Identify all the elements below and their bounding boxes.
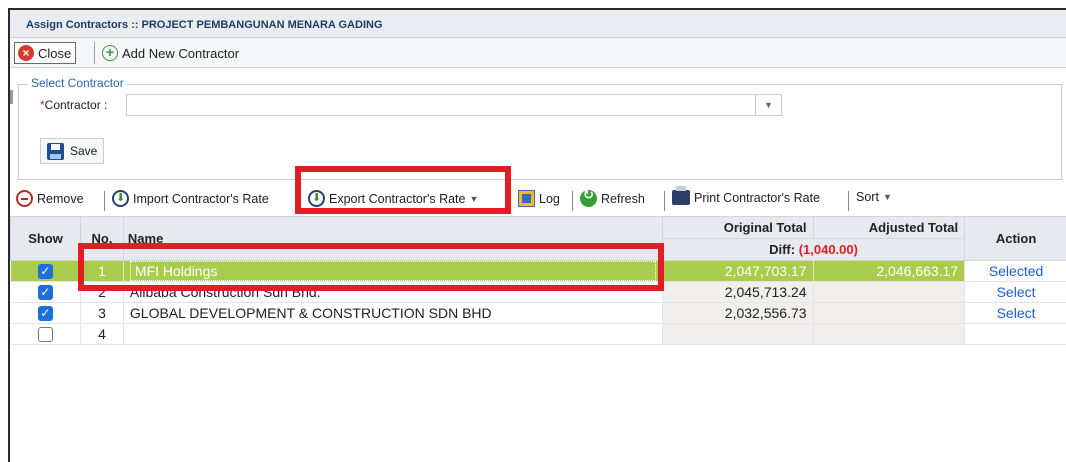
toolbar-divider: [104, 191, 105, 211]
action-link-selected[interactable]: Selected: [964, 260, 1066, 282]
print-rate-button[interactable]: Print Contractor's Rate: [672, 186, 821, 205]
diff-label: Diff:: [769, 242, 796, 257]
printer-icon: [672, 186, 690, 205]
save-label: Save: [70, 144, 98, 158]
chevron-down-icon: ▼: [882, 192, 892, 202]
refresh-label: Refresh: [601, 191, 645, 206]
log-button[interactable]: Log: [518, 190, 560, 207]
close-icon: ×: [18, 45, 34, 61]
col-header-adjusted-total[interactable]: Adjusted Total: [812, 216, 966, 239]
original-total-cell: 2,032,556.73: [662, 302, 814, 324]
adjusted-total-cell: [813, 302, 966, 324]
plus-icon: +: [102, 45, 118, 61]
log-label: Log: [539, 191, 560, 206]
remove-label: Remove: [37, 191, 84, 206]
table-row[interactable]: ✓ 3 GLOBAL DEVELOPMENT & CONSTRUCTION SD…: [10, 302, 1066, 324]
checkbox-unchecked-icon[interactable]: [37, 327, 53, 343]
resize-handle[interactable]: [10, 90, 13, 104]
add-contractor-label: Add New Contractor: [122, 45, 240, 61]
adjusted-total-cell: [813, 323, 966, 345]
toolbar-divider: [664, 191, 665, 211]
save-icon: [47, 142, 64, 160]
show-cell[interactable]: ✓: [10, 302, 82, 324]
show-cell[interactable]: [10, 323, 82, 345]
window-title: Assign Contractors :: PROJECT PEMBANGUNA…: [10, 10, 1066, 38]
row-number: 4: [80, 323, 124, 345]
row-highlight-box: [78, 243, 664, 291]
adjusted-total-cell: [813, 281, 966, 303]
select-contractor-legend: Select Contractor: [28, 76, 127, 90]
minus-icon: [16, 190, 33, 207]
contractor-label: *Contractor :: [40, 98, 107, 112]
refresh-button[interactable]: Refresh: [580, 188, 645, 207]
checkbox-checked-icon[interactable]: ✓: [37, 264, 53, 280]
toolbar-divider: [94, 42, 95, 64]
assign-contractors-window: Assign Contractors :: PROJECT PEMBANGUNA…: [8, 8, 1066, 462]
log-icon: [518, 190, 535, 207]
original-total-cell: 2,045,713.24: [662, 281, 814, 303]
col-header-show[interactable]: Show: [9, 216, 82, 261]
grid-toolbar: Remove Import Contractor's Rate Export C…: [10, 182, 1066, 214]
export-highlight-box: [295, 166, 511, 214]
remove-button[interactable]: Remove: [16, 190, 84, 207]
adjusted-total-cell: 2,046,663.17: [813, 260, 966, 282]
checkbox-checked-icon[interactable]: ✓: [37, 306, 53, 322]
show-cell[interactable]: ✓: [10, 281, 82, 303]
sort-label: Sort: [856, 190, 879, 204]
diff-summary: Diff: (1,040.00): [661, 238, 966, 261]
top-toolbar: × Close + Add New Contractor: [10, 38, 1066, 68]
add-new-contractor-button[interactable]: + Add New Contractor: [102, 45, 239, 61]
sort-button[interactable]: Sort ▼: [856, 190, 892, 204]
col-header-original-total[interactable]: Original Total: [661, 216, 814, 239]
print-label: Print Contractor's Rate: [694, 190, 821, 205]
diff-value: (1,040.00): [798, 242, 858, 257]
action-cell: [964, 323, 1066, 345]
toolbar-divider: [848, 191, 849, 211]
contractor-label-text: Contractor :: [44, 98, 108, 112]
import-label: Import Contractor's Rate: [133, 191, 269, 206]
contractor-name-cell[interactable]: GLOBAL DEVELOPMENT & CONSTRUCTION SDN BH…: [123, 302, 663, 324]
refresh-icon: [580, 188, 597, 207]
action-link-select[interactable]: Select: [964, 302, 1066, 324]
contractor-name-cell[interactable]: [123, 323, 663, 345]
table-row[interactable]: 4: [10, 323, 1066, 345]
checkbox-checked-icon[interactable]: ✓: [37, 285, 53, 301]
col-header-action[interactable]: Action: [964, 216, 1066, 261]
original-total-cell: [662, 323, 814, 345]
show-cell[interactable]: ✓: [10, 260, 82, 282]
download-icon: [112, 190, 129, 207]
original-total-cell: 2,047,703.17: [662, 260, 814, 282]
close-label: Close: [38, 45, 72, 61]
row-number: 3: [80, 302, 124, 324]
contractor-select[interactable]: ▼: [126, 94, 782, 116]
chevron-down-icon[interactable]: ▼: [755, 95, 781, 115]
action-link-select[interactable]: Select: [964, 281, 1066, 303]
close-button[interactable]: × Close: [14, 42, 77, 64]
import-rate-button[interactable]: Import Contractor's Rate: [112, 190, 269, 207]
save-button[interactable]: Save: [40, 138, 105, 164]
toolbar-divider: [572, 191, 573, 211]
